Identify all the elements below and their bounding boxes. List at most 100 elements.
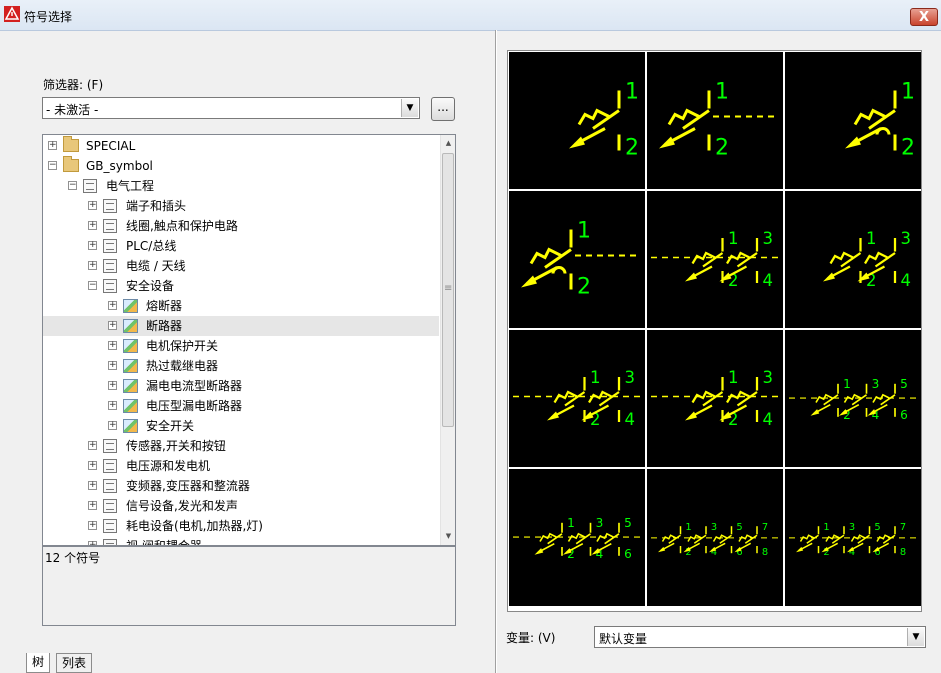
tree-item[interactable]: + SPECIAL [43,136,439,156]
tree-item[interactable]: + 传感器,开关和按钮 [43,436,439,456]
symbol-preview[interactable]: 1234 [785,191,921,328]
grip-icon: ≡ [444,283,453,294]
scroll-down-icon[interactable]: ▼ [441,528,455,545]
symbol-preview[interactable]: 1234 [647,330,783,467]
symbol-preview[interactable]: 12 [509,52,645,189]
collapse-icon[interactable]: − [48,161,57,170]
pin-label: 2 [715,136,729,161]
expand-icon[interactable]: + [108,421,117,430]
pin-label: 8 [762,547,768,558]
tree-item[interactable]: + 电压型漏电断路器 [43,396,439,416]
filter-browse-button[interactable]: ... [431,97,455,121]
pin-label: 2 [901,136,915,161]
book-icon [103,279,117,293]
expand-icon[interactable]: + [88,201,97,210]
symbol-preview[interactable]: 12 [509,191,645,328]
symbol-preview[interactable]: 123456 [509,469,645,606]
filter-label: 筛选器: (F) [43,78,104,92]
chevron-down-icon[interactable]: ▼ [907,628,924,646]
chevron-down-icon[interactable]: ▼ [401,99,418,117]
image-icon [123,299,138,313]
image-icon [123,419,138,433]
breaker-symbol-icon: 12 [845,80,915,161]
pin-label: 1 [823,522,829,533]
collapse-icon[interactable]: − [88,281,97,290]
symbol-preview[interactable]: 12 [785,52,921,189]
expand-icon[interactable]: + [108,341,117,350]
filter-value: - 未激活 - [46,103,99,117]
tree-item-label: 安全设备 [126,279,175,293]
breaker-symbol-icon: 12 [659,80,779,161]
expand-icon[interactable]: + [108,301,117,310]
book-icon [103,439,117,453]
pin-label: 1 [577,219,591,244]
symbol-preview[interactable]: 12345678 [647,469,783,606]
symbol-preview[interactable]: 123456 [785,330,921,467]
tree-item-label: 熔断器 [146,299,183,313]
expand-icon[interactable]: + [108,321,117,330]
expand-icon[interactable]: + [48,141,57,150]
tree-item[interactable]: + 线圈,触点和保护电路 [43,216,439,236]
pin-label: 5 [874,522,880,533]
symbol-preview[interactable]: 1234 [647,191,783,328]
expand-icon[interactable]: + [88,221,97,230]
tree-item[interactable]: + 熔断器 [43,296,439,316]
tree-item[interactable]: + 视 阀和耦合器 [43,536,439,545]
tree-scrollbar[interactable]: ▲ ≡ ▼ [440,135,455,545]
pane-splitter[interactable] [495,30,497,673]
book-icon [83,179,97,193]
tree-item[interactable]: − GB_symbol [43,156,439,176]
tab-tree[interactable]: 树 [26,653,51,673]
expand-icon[interactable]: + [88,501,97,510]
tree-item[interactable]: + 电缆 / 天线 [43,256,439,276]
tree-item[interactable]: + 电压源和发电机 [43,456,439,476]
expand-icon[interactable]: + [108,401,117,410]
symbol-preview[interactable]: 12 [647,52,783,189]
pin-label: 1 [685,522,691,533]
tree-item-label: PLC/总线 [126,239,177,253]
book-icon [103,239,117,253]
tree-item[interactable]: + 断路器 [43,316,439,336]
variable-dropdown[interactable]: 默认变量 ▼ [594,626,926,648]
book-icon [103,499,117,513]
tree-item-label: 电压源和发电机 [126,459,211,473]
expand-icon[interactable]: + [88,461,97,470]
pin-label: 6 [900,408,908,422]
scroll-thumb[interactable]: ≡ [442,153,454,427]
close-button[interactable]: X [910,8,938,26]
tree-item[interactable]: + 端子和插头 [43,196,439,216]
tree-item[interactable]: + 热过载继电器 [43,356,439,376]
breaker-symbol-icon: 1234 [651,368,779,429]
pin-label: 1 [843,377,851,391]
pin-label: 8 [900,547,906,558]
tree-item[interactable]: + 电机保护开关 [43,336,439,356]
expand-icon[interactable]: + [88,261,97,270]
expand-icon[interactable]: + [88,241,97,250]
expand-icon[interactable]: + [108,361,117,370]
tree-item[interactable]: − 安全设备 [43,276,439,296]
symbol-preview[interactable]: 12345678 [785,469,921,606]
expand-icon[interactable]: + [88,521,97,530]
tree-item-label: 电机保护开关 [146,339,219,353]
title-bar: 符号选择 X [0,0,941,31]
collapse-icon[interactable]: − [68,181,77,190]
symbol-preview[interactable]: 1234 [509,330,645,467]
breaker-symbol-icon: 1234 [651,229,779,290]
expand-icon[interactable]: + [88,481,97,490]
tree-item[interactable]: + 耗电设备(电机,加热器,灯) [43,516,439,536]
symbol-tree[interactable]: + SPECIAL − GB_symbol − 电气工程 + 端子和插头 + 线圈,触点和保护电路… [42,134,456,546]
expand-icon[interactable]: + [108,381,117,390]
pin-label: 3 [763,229,774,248]
filter-dropdown[interactable]: - 未激活 - ▼ [42,97,420,119]
tree-item[interactable]: + 漏电电流型断路器 [43,376,439,396]
tab-list[interactable]: 列表 [56,653,93,673]
tree-item[interactable]: + 安全开关 [43,416,439,436]
breaker-symbol-icon: 12 [521,219,641,300]
pin-label: 5 [900,377,908,391]
tree-item[interactable]: + 变频器,变压器和整流器 [43,476,439,496]
tree-item[interactable]: − 电气工程 [43,176,439,196]
expand-icon[interactable]: + [88,441,97,450]
tree-item[interactable]: + PLC/总线 [43,236,439,256]
scroll-up-icon[interactable]: ▲ [441,135,455,152]
tree-item[interactable]: + 信号设备,发光和发声 [43,496,439,516]
